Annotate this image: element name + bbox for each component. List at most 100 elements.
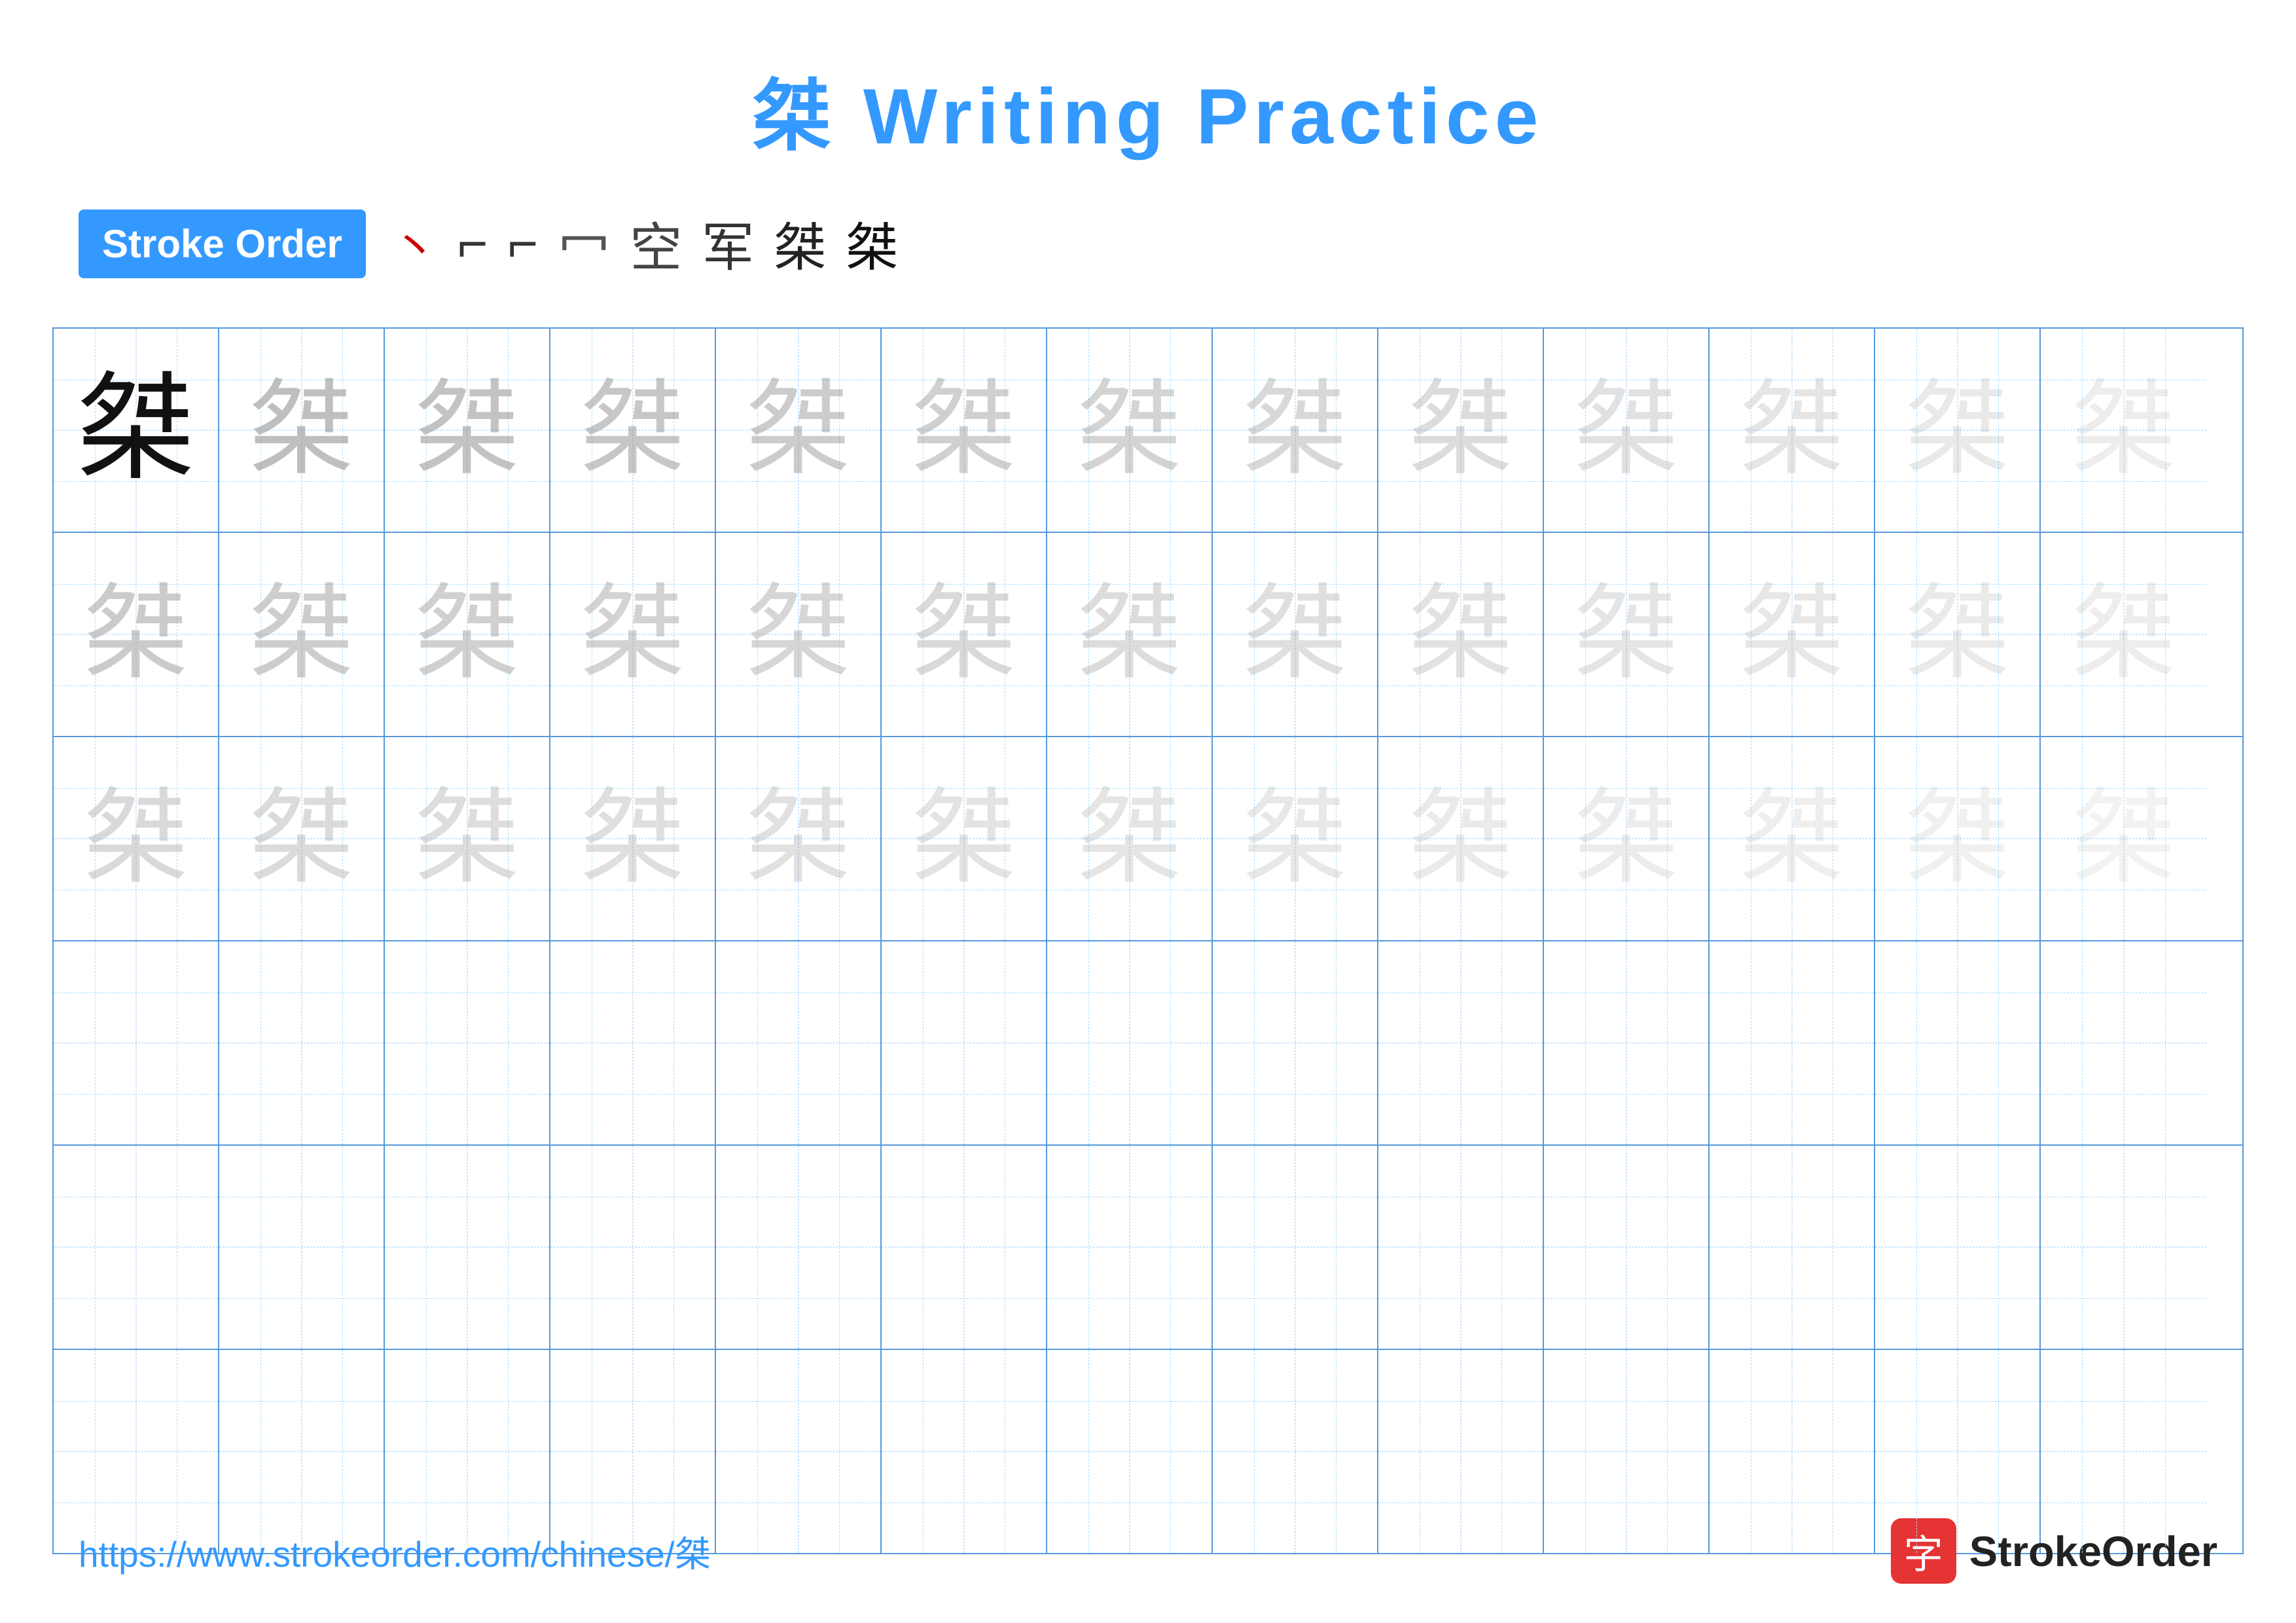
grid-cell[interactable]: 桀 [550, 329, 716, 532]
practice-character: 桀 [1408, 378, 1513, 483]
practice-character: 桀 [2071, 786, 2176, 891]
stroke-8: 桀 [846, 206, 898, 282]
stroke-4: 冖 [558, 206, 610, 282]
grid-cell[interactable]: 桀 [2041, 533, 2206, 736]
grid-cell[interactable]: 桀 [882, 329, 1047, 532]
grid-cell[interactable]: 桀 [1047, 737, 1213, 940]
practice-character: 桀 [1573, 582, 1678, 687]
grid-cell[interactable] [54, 1146, 219, 1349]
grid-cell[interactable] [219, 941, 385, 1144]
grid-cell[interactable]: 桀 [1213, 737, 1378, 940]
grid-cell[interactable] [716, 941, 882, 1144]
grid-cell[interactable] [1710, 941, 1875, 1144]
grid-cell[interactable] [385, 1146, 550, 1349]
grid-cell[interactable]: 桀 [1213, 329, 1378, 532]
grid-cell[interactable] [385, 941, 550, 1144]
practice-character: 桀 [1739, 378, 1844, 483]
grid-cell[interactable]: 桀 [716, 329, 882, 532]
grid-cell[interactable]: 桀 [2041, 329, 2206, 532]
grid-cell[interactable] [716, 1146, 882, 1349]
grid-cell[interactable] [1378, 941, 1544, 1144]
practice-character: 桀 [1408, 786, 1513, 891]
grid-cell[interactable] [1378, 1146, 1544, 1349]
grid-cell[interactable] [550, 941, 716, 1144]
grid-cell[interactable]: 桀 [1544, 533, 1710, 736]
footer: https://www.strokeorder.com/chinese/桀 字 … [0, 1518, 2296, 1584]
practice-character: 桀 [2071, 378, 2176, 483]
practice-character: 桀 [249, 582, 353, 687]
grid-cell[interactable]: 桀 [716, 737, 882, 940]
practice-character: 桀 [1077, 786, 1181, 891]
grid-cell[interactable]: 桀 [882, 737, 1047, 940]
stroke-5: 空 [630, 206, 682, 282]
grid-cell[interactable] [882, 1146, 1047, 1349]
grid-cell[interactable]: 桀 [1544, 737, 1710, 940]
grid-cell[interactable] [1710, 1146, 1875, 1349]
grid-cell[interactable]: 桀 [1875, 329, 2041, 532]
grid-cell[interactable]: 桀 [1544, 329, 1710, 532]
grid-cell[interactable]: 桀 [1875, 737, 2041, 940]
grid-cell[interactable]: 桀 [1710, 737, 1875, 940]
grid-cell[interactable]: 桀 [385, 737, 550, 940]
stroke-2: ⌐ [457, 213, 488, 274]
grid-cell[interactable]: 桀 [716, 533, 882, 736]
grid-cell[interactable] [882, 941, 1047, 1144]
grid-cell[interactable] [1544, 941, 1710, 1144]
grid-cell[interactable] [1544, 1146, 1710, 1349]
grid-cell[interactable]: 桀 [219, 737, 385, 940]
grid-cell[interactable] [550, 1146, 716, 1349]
stroke-sequence: 丶 ⌐ ⌐ 冖 空 军 桀 桀 [392, 206, 898, 282]
grid-cell[interactable]: 桀 [1710, 329, 1875, 532]
grid-cell[interactable] [1875, 941, 2041, 1144]
grid-cell[interactable]: 桀 [1213, 533, 1378, 736]
practice-character: 桀 [1905, 378, 2009, 483]
practice-character: 桀 [414, 786, 519, 891]
practice-character: 桀 [1242, 378, 1347, 483]
stroke-6: 军 [702, 206, 754, 282]
grid-cell[interactable] [1875, 1146, 2041, 1349]
grid-cell[interactable]: 桀 [219, 533, 385, 736]
stroke-order-badge: Stroke Order [79, 210, 366, 278]
grid-cell[interactable]: 桀 [1378, 533, 1544, 736]
stroke-1: 丶 [392, 211, 438, 277]
grid-cell[interactable]: 桀 [54, 737, 219, 940]
practice-character: 桀 [745, 582, 850, 687]
grid-row: 桀 桀 桀 桀 桀 [54, 533, 2242, 737]
grid-cell[interactable]: 桀 [385, 533, 550, 736]
grid-cell[interactable]: 桀 [54, 329, 219, 532]
practice-character: 桀 [2071, 582, 2176, 687]
grid-cell[interactable] [1213, 1146, 1378, 1349]
grid-row [54, 941, 2242, 1146]
practice-character: 桀 [1739, 582, 1844, 687]
logo-icon: 字 [1891, 1518, 1956, 1584]
grid-cell[interactable]: 桀 [219, 329, 385, 532]
grid-cell[interactable]: 桀 [1875, 533, 2041, 736]
grid-cell[interactable] [219, 1146, 385, 1349]
practice-character: 桀 [1573, 786, 1678, 891]
grid-row [54, 1146, 2242, 1350]
grid-cell[interactable]: 桀 [1378, 329, 1544, 532]
grid-cell[interactable]: 桀 [54, 533, 219, 736]
grid-cell[interactable] [1047, 1146, 1213, 1349]
grid-cell[interactable] [1213, 941, 1378, 1144]
grid-cell[interactable]: 桀 [1047, 329, 1213, 532]
grid-cell[interactable] [1047, 941, 1213, 1144]
grid-cell[interactable] [2041, 941, 2206, 1144]
logo-text: StrokeOrder [1969, 1527, 2217, 1576]
practice-character: 桀 [414, 582, 519, 687]
practice-character: 桀 [1905, 786, 2009, 891]
grid-cell[interactable]: 桀 [385, 329, 550, 532]
footer-url: https://www.strokeorder.com/chinese/桀 [79, 1525, 711, 1577]
practice-character: 桀 [249, 378, 353, 483]
grid-cell[interactable]: 桀 [1047, 533, 1213, 736]
grid-cell[interactable]: 桀 [2041, 737, 2206, 940]
grid-cell[interactable]: 桀 [1710, 533, 1875, 736]
grid-cell[interactable] [54, 941, 219, 1144]
practice-character: 桀 [1739, 786, 1844, 891]
grid-cell[interactable] [2041, 1146, 2206, 1349]
grid-cell[interactable]: 桀 [550, 737, 716, 940]
grid-cell[interactable]: 桀 [1378, 737, 1544, 940]
grid-cell[interactable]: 桀 [550, 533, 716, 736]
grid-cell[interactable]: 桀 [882, 533, 1047, 736]
grid-row: 桀 桀 桀 桀 桀 [54, 737, 2242, 941]
